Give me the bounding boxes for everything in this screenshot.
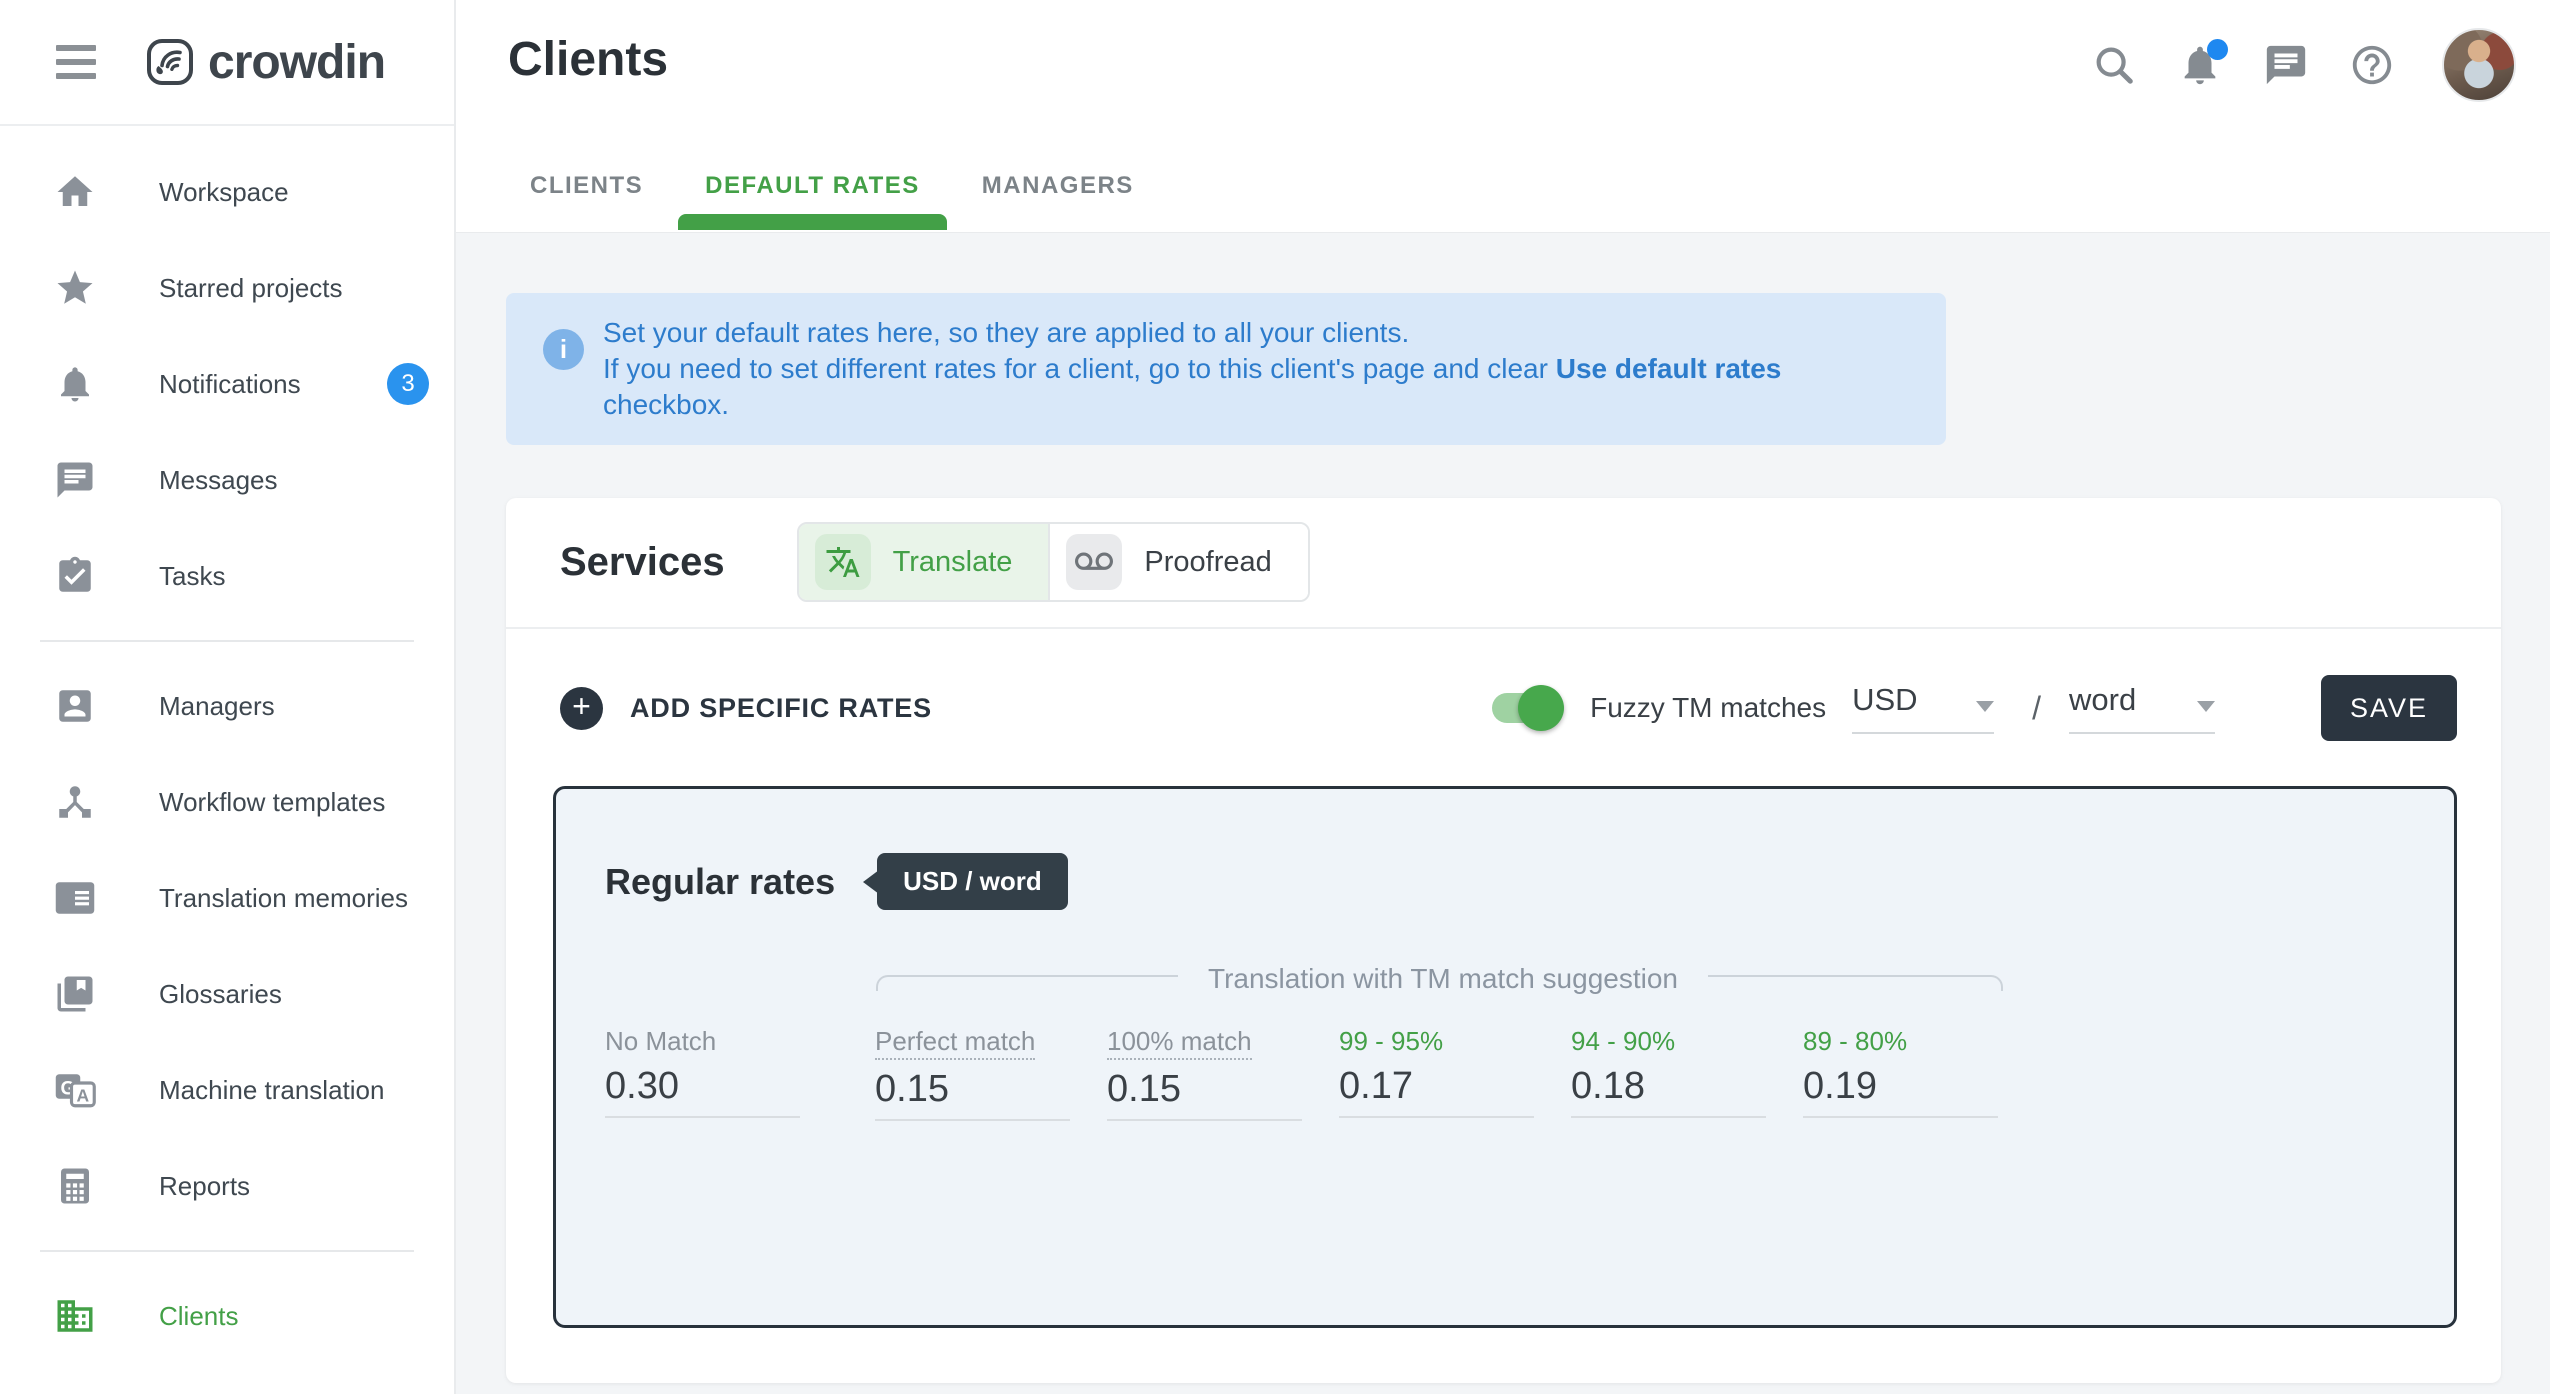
star-icon <box>53 266 97 310</box>
sidebar-divider <box>40 640 414 642</box>
rate-input-no-match[interactable]: 0.30 <box>605 1065 800 1118</box>
message-icon <box>53 458 97 502</box>
currency-unit-separator: / <box>2032 690 2041 727</box>
use-default-rates-text: Use default rates <box>1556 353 1782 384</box>
tm-match-group: Translation with TM match suggestion <box>876 963 2003 997</box>
sidebar-item-notifications[interactable]: Notifications 3 <box>0 336 454 432</box>
toggle-knob <box>1518 685 1564 731</box>
sidebar-item-translation-memories[interactable]: Translation memories <box>0 850 454 946</box>
info-banner: i Set your default rates here, so they a… <box>506 293 1946 445</box>
translate-icon <box>815 534 871 590</box>
notification-dot <box>2207 39 2228 60</box>
sidebar-item-reports[interactable]: Reports <box>0 1138 454 1234</box>
info-icon: i <box>543 329 584 370</box>
sidebar-item-tasks[interactable]: Tasks <box>0 528 454 624</box>
banner-line-2: If you need to set different rates for a… <box>603 351 1906 423</box>
chat-icon[interactable] <box>2262 41 2310 89</box>
fuzzy-tm-toggle[interactable] <box>1492 693 1558 723</box>
rate-input-100-match[interactable]: 0.15 <box>1107 1068 1302 1121</box>
sidebar-item-glossaries[interactable]: Glossaries <box>0 946 454 1042</box>
services-heading: Services <box>560 540 725 585</box>
notifications-count-badge: 3 <box>387 363 429 405</box>
search-icon[interactable] <box>2090 41 2138 89</box>
currency-unit-badge: USD / word <box>877 853 1068 910</box>
panel-title: Regular rates <box>605 861 835 903</box>
workflow-icon <box>53 780 97 824</box>
bell-icon <box>53 362 97 406</box>
tab-clients[interactable]: CLIENTS <box>530 172 643 230</box>
tab-default-rates[interactable]: DEFAULT RATES <box>705 172 920 230</box>
bell-icon[interactable] <box>2176 41 2224 89</box>
page-title: Clients <box>508 32 668 87</box>
sidebar: crowdin Workspace Starred projects Notif… <box>0 0 456 1394</box>
proofread-glasses-icon <box>1066 534 1122 590</box>
sidebar-item-messages[interactable]: Messages <box>0 432 454 528</box>
tabs: CLIENTS DEFAULT RATES MANAGERS <box>456 172 1134 230</box>
chevron-down-icon <box>2197 701 2215 712</box>
unit-select[interactable]: word <box>2069 682 2215 734</box>
tm-bracket-left <box>876 975 1178 991</box>
toolbar-right: Fuzzy TM matches USD / word SAVE <box>1492 675 2457 741</box>
rate-column-no-match: No Match 0.30 <box>605 1025 800 1121</box>
person-icon <box>53 684 97 728</box>
sidebar-item-machine-translation[interactable]: GA Machine translation <box>0 1042 454 1138</box>
avatar[interactable] <box>2442 28 2516 102</box>
add-specific-rates-button[interactable]: + ADD SPECIFIC RATES <box>560 687 932 730</box>
content: i Set your default rates here, so they a… <box>456 233 2550 1394</box>
tm-bracket-right <box>1708 975 2003 991</box>
topbar: Clients CLIENTS DEFAULT RATES MANAGERS <box>456 0 2550 233</box>
sidebar-item-workspace[interactable]: Workspace <box>0 144 454 240</box>
tab-managers[interactable]: MANAGERS <box>982 172 1134 230</box>
building-icon <box>53 1294 97 1338</box>
machine-translate-icon: GA <box>53 1068 97 1112</box>
rate-column-perfect-match: Perfect match 0.15 <box>875 1025 1070 1121</box>
tasks-icon <box>53 554 97 598</box>
rate-input-94-90[interactable]: 0.18 <box>1571 1065 1766 1118</box>
sidebar-item-starred-projects[interactable]: Starred projects <box>0 240 454 336</box>
rates-card: Services Translate Proofread <box>506 498 2501 1383</box>
translate-service-button[interactable]: Translate <box>799 524 1049 600</box>
memory-card-icon <box>53 876 97 920</box>
calculator-icon <box>53 1164 97 1208</box>
plus-icon: + <box>560 687 603 730</box>
sidebar-item-managers[interactable]: Managers <box>0 658 454 754</box>
rate-input-perfect-match[interactable]: 0.15 <box>875 1068 1070 1121</box>
rate-column-94-90: 94 - 90% 0.18 <box>1571 1025 1766 1121</box>
main-area: Clients CLIENTS DEFAULT RATES MANAGERS <box>456 0 2550 1394</box>
book-icon <box>53 972 97 1016</box>
home-icon <box>53 170 97 214</box>
svg-text:A: A <box>77 1086 90 1106</box>
topbar-icons <box>2090 27 2516 103</box>
rate-column-89-80: 89 - 80% 0.19 <box>1803 1025 1998 1121</box>
sidebar-divider <box>40 1250 414 1252</box>
rate-columns: No Match 0.30 Perfect match 0.15 100% ma… <box>605 1025 2035 1121</box>
crowdin-logo-icon <box>146 38 194 86</box>
services-row: Services Translate Proofread <box>506 498 2501 627</box>
proofread-service-button[interactable]: Proofread <box>1048 524 1307 600</box>
sidebar-item-workflow-templates[interactable]: Workflow templates <box>0 754 454 850</box>
rate-input-89-80[interactable]: 0.19 <box>1803 1065 1998 1118</box>
rate-input-99-95[interactable]: 0.17 <box>1339 1065 1534 1118</box>
panel-title-row: Regular rates USD / word <box>605 853 1068 910</box>
crowdin-logo-text: crowdin <box>208 35 385 90</box>
service-switcher: Translate Proofread <box>797 522 1310 602</box>
save-button[interactable]: SAVE <box>2321 675 2457 741</box>
banner-line-1: Set your default rates here, so they are… <box>603 315 1906 351</box>
sidebar-item-clients[interactable]: Clients <box>0 1268 454 1364</box>
chevron-down-icon <box>1976 701 1994 712</box>
tm-group-caption: Translation with TM match suggestion <box>1178 963 1708 995</box>
rates-toolbar: + ADD SPECIFIC RATES Fuzzy TM matches US… <box>506 629 2501 781</box>
help-icon[interactable] <box>2348 41 2396 89</box>
rate-column-100-match: 100% match 0.15 <box>1107 1025 1302 1121</box>
sidebar-header: crowdin <box>0 0 454 126</box>
hamburger-menu-icon[interactable] <box>56 37 96 87</box>
sidebar-nav: Workspace Starred projects Notifications… <box>0 126 454 1364</box>
regular-rates-panel: Regular rates USD / word Translation wit… <box>553 786 2457 1328</box>
rate-column-99-95: 99 - 95% 0.17 <box>1339 1025 1534 1121</box>
currency-select[interactable]: USD <box>1852 682 1994 734</box>
crowdin-logo[interactable]: crowdin <box>146 35 385 90</box>
fuzzy-tm-label: Fuzzy TM matches <box>1590 692 1826 724</box>
